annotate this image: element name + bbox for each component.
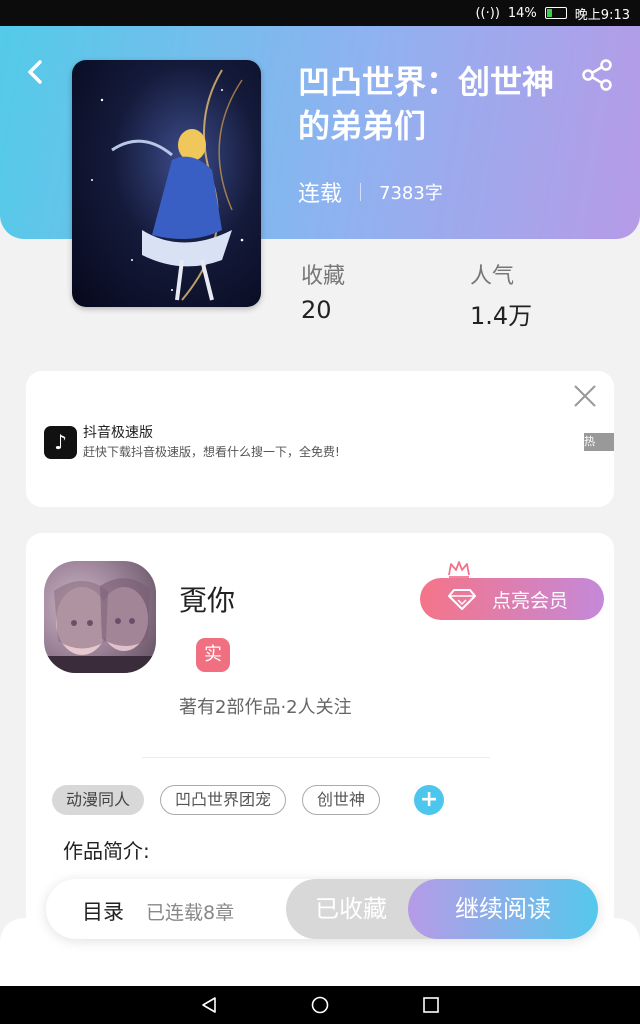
book-title: 凹凸世界：创世神 的弟弟们 bbox=[298, 60, 568, 148]
book-title-line-1: 凹凸世界：创世神 bbox=[298, 63, 555, 101]
book-title-line-2: 的弟弟们 bbox=[298, 107, 427, 145]
tiktok-logo-icon: ♪ bbox=[44, 426, 77, 459]
favorites-count: 20 bbox=[301, 296, 332, 324]
book-status-row: 连载 7383字 bbox=[298, 176, 443, 208]
synopsis-heading: 作品简介: bbox=[63, 839, 150, 863]
clock: 晚上9:13 bbox=[574, 7, 630, 23]
tag-item[interactable]: 凹凸世界团宠 bbox=[160, 785, 287, 815]
avatar-illustration bbox=[44, 578, 156, 673]
ad-banner[interactable]: ♪ 抖音极速版 赶快下载抖音极速版，想看什么搜一下，全免费! 热 bbox=[26, 371, 614, 507]
back-button[interactable] bbox=[22, 58, 50, 86]
bottom-action-bar: 目录 已连载8章 已收藏 继续阅读 bbox=[46, 879, 598, 939]
author-card: 覔你 实 点亮会员 著有2部作品·2人关注 动漫同人 凹凸世界团宠 创世神 + … bbox=[26, 533, 614, 933]
author-name[interactable]: 覔你 bbox=[179, 579, 235, 619]
close-icon bbox=[574, 385, 596, 407]
word-count: 7383字 bbox=[379, 183, 443, 204]
continue-reading-button[interactable]: 继续阅读 bbox=[408, 879, 598, 939]
status-bar: ((·)) 14% 晚上9:13 bbox=[0, 0, 640, 26]
battery-icon bbox=[544, 7, 567, 19]
tag-item[interactable]: 创世神 bbox=[302, 785, 381, 815]
book-cover-image[interactable] bbox=[72, 60, 261, 307]
share-icon bbox=[582, 59, 612, 91]
activate-membership-button[interactable]: 点亮会员 bbox=[420, 578, 604, 620]
verified-badge: 实 bbox=[196, 638, 230, 672]
diamond-icon bbox=[448, 589, 476, 610]
member-button-label: 点亮会员 bbox=[492, 589, 569, 612]
ad-description: 赶快下载抖音极速版，想看什么搜一下，全免费! bbox=[83, 445, 340, 459]
chevron-left-icon bbox=[28, 60, 42, 84]
plus-icon: + bbox=[419, 787, 439, 812]
popularity-label: 人气 bbox=[470, 264, 515, 289]
section-divider bbox=[142, 757, 490, 758]
battery-percent: 14% bbox=[507, 5, 537, 21]
tag-item[interactable]: 动漫同人 bbox=[52, 785, 145, 815]
author-stats: 著有2部作品·2人关注 bbox=[179, 697, 352, 718]
ad-tag: 热 bbox=[584, 433, 614, 451]
cover-illustration bbox=[91, 69, 244, 301]
home-circle-icon[interactable] bbox=[311, 996, 329, 1014]
crown-icon bbox=[448, 561, 470, 578]
signal-icon: ((·)) bbox=[475, 5, 500, 21]
share-button[interactable] bbox=[580, 58, 614, 92]
ad-close-button[interactable] bbox=[572, 383, 598, 409]
serial-status: 连载 bbox=[298, 182, 343, 207]
popularity-count: 1.4万 bbox=[470, 302, 533, 330]
add-tag-button[interactable]: + bbox=[414, 785, 445, 815]
favorites-label: 收藏 bbox=[301, 264, 346, 289]
toc-label: 目录 bbox=[82, 900, 124, 924]
back-triangle-icon[interactable] bbox=[200, 996, 218, 1014]
avatar[interactable] bbox=[44, 561, 156, 673]
chapter-count: 已连载8章 bbox=[146, 902, 235, 924]
system-navigation-bar bbox=[0, 986, 640, 1024]
ad-app-name: 抖音极速版 bbox=[83, 425, 153, 441]
divider bbox=[360, 183, 362, 201]
recents-square-icon[interactable] bbox=[422, 996, 440, 1014]
tag-list: 动漫同人 凹凸世界团宠 创世神 + bbox=[52, 785, 445, 815]
